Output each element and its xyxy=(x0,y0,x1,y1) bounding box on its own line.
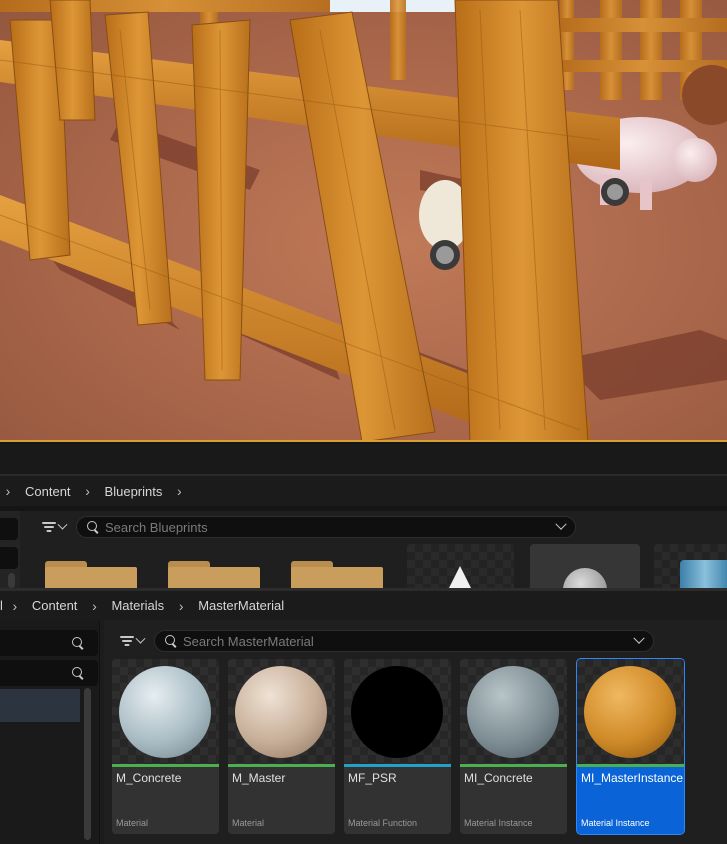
asset-thumbnail[interactable] xyxy=(407,544,514,588)
upper-content-browser xyxy=(0,511,727,588)
breadcrumb-chevron-icon: › xyxy=(92,597,97,614)
breadcrumb-item[interactable]: Blueprints xyxy=(96,484,172,499)
breadcrumb-item[interactable]: Content xyxy=(16,484,80,499)
breadcrumb-chevron-icon: › xyxy=(5,483,11,499)
material-sphere-icon xyxy=(351,666,443,758)
asset-view: M_Concrete Material M_Master Material MF… xyxy=(104,620,727,844)
breadcrumb-chevron-icon: › xyxy=(12,597,18,614)
search-input[interactable] xyxy=(99,519,557,535)
breadcrumb-item[interactable]: l xyxy=(0,598,7,613)
chevron-down-icon xyxy=(135,633,146,644)
filter-icon xyxy=(120,636,134,646)
breadcrumb-item[interactable]: MasterMaterial xyxy=(189,598,293,613)
asset-tile-m-concrete[interactable]: M_Concrete Material xyxy=(112,659,219,834)
cone-icon xyxy=(449,566,471,588)
asset-type: Material Instance xyxy=(581,818,650,828)
material-sphere-icon xyxy=(235,666,327,758)
search-icon xyxy=(87,521,99,533)
breadcrumb-chevron-icon: › xyxy=(85,483,90,499)
asset-tile-mf-psr[interactable]: MF_PSR Material Function xyxy=(344,659,451,834)
asset-tile-mi-concrete[interactable]: MI_Concrete Material Instance xyxy=(460,659,567,834)
lower-toolbar xyxy=(110,627,654,655)
asset-type: Material xyxy=(116,818,149,828)
asset-type-strip xyxy=(344,764,451,767)
asset-type: Material Instance xyxy=(464,818,533,828)
barrel-icon xyxy=(680,560,727,588)
search-icon xyxy=(165,635,177,647)
scrollbar[interactable] xyxy=(8,573,15,588)
asset-type-strip xyxy=(112,764,219,767)
chevron-down-icon xyxy=(57,519,68,530)
asset-tile-mi-masterinstance[interactable]: MI_MasterInstance Material Instance xyxy=(576,658,685,835)
asset-thumbnail xyxy=(228,659,335,764)
filter-button[interactable] xyxy=(32,515,76,539)
lower-breadcrumb: l › Content › Materials › MasterMaterial xyxy=(0,591,727,620)
sources-panel xyxy=(0,620,100,844)
breadcrumb-chevron-icon: › xyxy=(178,597,184,614)
folder-icon[interactable] xyxy=(291,561,383,588)
upper-breadcrumb: › Content › Blueprints › xyxy=(0,476,727,506)
chevron-down-icon[interactable] xyxy=(633,632,645,644)
asset-type: Material Function xyxy=(348,818,418,828)
asset-thumbnail[interactable] xyxy=(654,544,727,588)
breadcrumb-chevron-icon[interactable]: › xyxy=(171,483,187,499)
asset-thumbnail xyxy=(577,659,684,764)
chevron-down-icon[interactable] xyxy=(555,518,567,530)
material-sphere-icon xyxy=(467,666,559,758)
search-icon xyxy=(72,637,84,649)
breadcrumb-item[interactable]: Materials xyxy=(102,598,173,613)
asset-thumbnail xyxy=(112,659,219,764)
sources-search[interactable] xyxy=(0,630,98,656)
blueprints-search-box[interactable] xyxy=(76,516,576,538)
lower-content-browser: M_Concrete Material M_Master Material MF… xyxy=(0,620,727,844)
asset-type-strip xyxy=(460,764,567,767)
asset-type: Material xyxy=(232,818,265,828)
folder-icon[interactable] xyxy=(168,561,260,588)
asset-name: MI_Concrete xyxy=(464,771,533,785)
sphere-icon xyxy=(563,568,607,588)
asset-thumbnail xyxy=(344,659,451,764)
asset-type-strip xyxy=(228,764,335,767)
asset-name: MF_PSR xyxy=(348,771,397,785)
asset-thumbnail xyxy=(460,659,567,764)
mastermaterial-search-box[interactable] xyxy=(154,630,654,652)
asset-name: M_Concrete xyxy=(116,771,182,785)
asset-name: MI_MasterInstance xyxy=(581,771,684,785)
search-icon xyxy=(72,667,84,679)
asset-thumbnail[interactable] xyxy=(530,544,640,588)
upper-toolbar xyxy=(32,513,576,541)
asset-name: M_Master xyxy=(232,771,286,785)
breadcrumb-item[interactable]: Content xyxy=(23,598,87,613)
selected-folder-row[interactable] xyxy=(0,689,80,722)
asset-type-strip xyxy=(577,764,684,767)
path-search[interactable] xyxy=(0,660,98,686)
filter-button[interactable] xyxy=(110,629,154,653)
asset-tile-m-master[interactable]: M_Master Material xyxy=(228,659,335,834)
scrollbar[interactable] xyxy=(84,688,91,840)
material-sphere-icon xyxy=(119,666,211,758)
search-input[interactable] xyxy=(177,633,635,649)
level-viewport[interactable] xyxy=(0,0,727,442)
filter-icon xyxy=(42,522,56,532)
folder-icon[interactable] xyxy=(45,561,137,588)
sources-search[interactable] xyxy=(0,518,18,540)
panel-spacer xyxy=(0,444,727,474)
path-search[interactable] xyxy=(0,547,18,569)
material-sphere-icon xyxy=(584,666,676,758)
viewport-scene xyxy=(0,0,727,440)
upper-sources-panel xyxy=(0,511,20,588)
